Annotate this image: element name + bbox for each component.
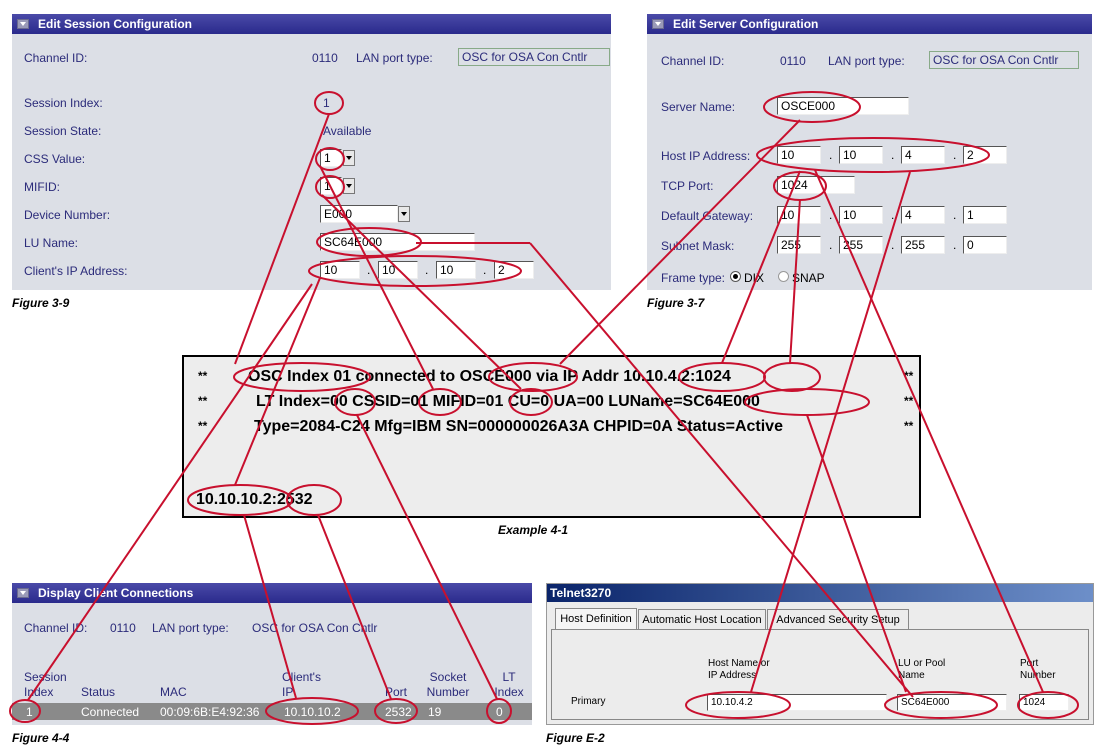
connector-line [529, 242, 914, 698]
connector-line [789, 198, 801, 364]
callout-ellipse [265, 697, 359, 725]
callout-ellipse [763, 91, 861, 123]
callout-ellipse [763, 362, 821, 392]
connector-line [27, 283, 313, 701]
connector-line [750, 171, 911, 693]
callout-ellipse [374, 698, 418, 724]
connector-line [319, 165, 434, 390]
connector-line [559, 119, 801, 365]
callout-ellipse [187, 484, 293, 516]
callout-ellipse [308, 255, 522, 287]
callout-ellipse [509, 388, 553, 416]
callout-ellipse [1017, 691, 1079, 719]
connector-line [243, 514, 297, 699]
callout-ellipse [884, 691, 998, 719]
callout-ellipse [685, 691, 791, 719]
connector-line [814, 169, 1044, 693]
callout-ellipse [314, 91, 344, 115]
callout-ellipse [486, 698, 512, 724]
connector-line [806, 414, 907, 693]
connector-line [321, 194, 522, 390]
connector-line [721, 170, 801, 364]
callout-ellipse [9, 699, 41, 723]
callout-ellipse [756, 137, 990, 173]
callout-ellipse [334, 388, 376, 416]
callout-ellipse [744, 388, 870, 416]
callout-ellipse [678, 362, 766, 392]
connector-line [317, 514, 392, 700]
connector-line [356, 414, 498, 700]
callout-ellipse [418, 388, 462, 416]
connector-line [234, 277, 321, 486]
callout-ellipse [286, 484, 342, 516]
callout-overlay [9, 91, 1079, 725]
callout-ellipse [488, 362, 578, 392]
